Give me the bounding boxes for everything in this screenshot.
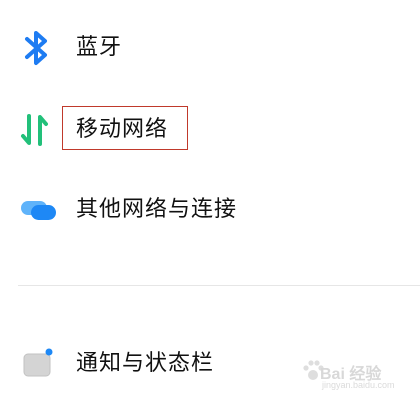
notification-icon bbox=[18, 344, 62, 384]
settings-item-label: 移动网络 bbox=[76, 117, 169, 142]
bluetooth-icon bbox=[18, 28, 62, 68]
section-divider bbox=[18, 285, 420, 286]
settings-item-label: 通知与状态栏 bbox=[76, 351, 215, 376]
settings-item-mobile-network[interactable]: 移动网络 bbox=[0, 100, 420, 160]
connections-icon bbox=[18, 190, 62, 230]
mobile-data-arrows-icon bbox=[18, 110, 62, 150]
watermark-url: jingyan.baidu.com bbox=[322, 380, 395, 390]
settings-item-label: 其他网络与连接 bbox=[76, 197, 238, 222]
settings-item-bluetooth[interactable]: 蓝牙 bbox=[0, 18, 420, 78]
settings-item-other-connections[interactable]: 其他网络与连接 bbox=[0, 180, 420, 240]
settings-item-label: 蓝牙 bbox=[76, 35, 123, 60]
settings-list: 蓝牙 移动网络 其他网络与连接 通知与状态栏 bbox=[0, 0, 420, 400]
watermark: Bai 经验 jingyan.baidu.com bbox=[300, 354, 412, 394]
